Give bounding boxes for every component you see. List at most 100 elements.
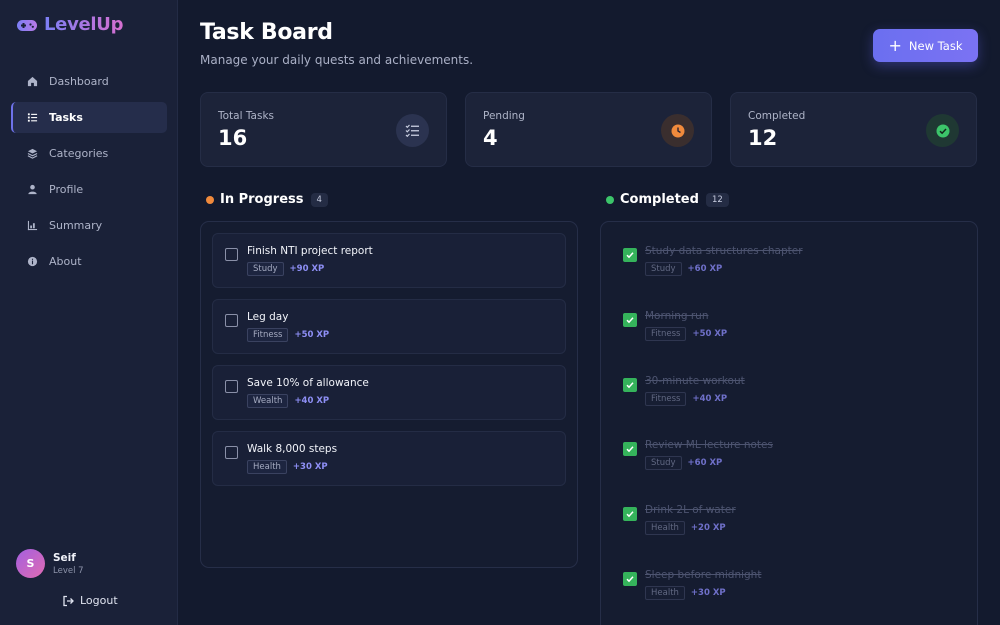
- user-name: Seif: [53, 551, 76, 564]
- gamepad-icon: [16, 17, 38, 33]
- count-badge: 4: [310, 192, 328, 207]
- xp-value: +50 XP: [692, 329, 728, 339]
- completed-header: Completed 12: [606, 192, 729, 207]
- chart-icon: [26, 220, 38, 232]
- page-subtitle: Manage your daily quests and achievement…: [200, 53, 474, 67]
- task-checkbox[interactable]: [225, 248, 238, 261]
- stat-card-completed: Completed 12: [730, 92, 977, 167]
- info-icon: [26, 256, 38, 268]
- sidebar-item-label: Profile: [49, 183, 84, 196]
- completed-panel: Study data structures chapter Study +60 …: [600, 221, 978, 625]
- sidebar-item-summary[interactable]: Summary: [11, 210, 167, 241]
- task-title: Leg day: [247, 311, 289, 323]
- sidebar-item-categories[interactable]: Categories: [11, 138, 167, 169]
- user-profile[interactable]: S Seif Level 7: [16, 549, 84, 578]
- xp-value: +40 XP: [294, 396, 330, 406]
- stat-value: 12: [748, 126, 778, 150]
- status-dot: [606, 195, 614, 204]
- category-tag: Health: [645, 586, 685, 600]
- in-progress-header: In Progress 4: [206, 192, 328, 207]
- completed-task[interactable]: Morning run Fitness +50 XP: [623, 309, 953, 349]
- logout-button[interactable]: Logout: [62, 594, 118, 607]
- logout-label: Logout: [80, 594, 118, 607]
- status-dot: [206, 195, 214, 204]
- xp-value: +30 XP: [292, 462, 328, 472]
- sidebar-nav: Dashboard Tasks Categories Profile Summa…: [11, 66, 167, 282]
- user-icon: [26, 184, 38, 196]
- checked-checkbox[interactable]: [623, 313, 637, 327]
- task-title: Morning run: [645, 310, 709, 322]
- checked-checkbox[interactable]: [623, 378, 637, 392]
- sidebar: LevelUp Dashboard Tasks Categories Profi…: [0, 0, 178, 625]
- sidebar-item-label: Dashboard: [49, 75, 109, 88]
- plus-icon: +: [888, 35, 902, 55]
- count-badge: 12: [705, 192, 729, 207]
- checked-checkbox[interactable]: [623, 442, 637, 456]
- checked-checkbox[interactable]: [623, 572, 637, 586]
- section-title: In Progress: [220, 192, 304, 207]
- xp-value: +90 XP: [289, 264, 325, 274]
- task-title: 30-minute workout: [645, 375, 745, 387]
- task-checkbox[interactable]: [225, 380, 238, 393]
- completed-task[interactable]: Sleep before midnight Health +30 XP: [623, 568, 953, 608]
- completed-task[interactable]: Review ML lecture notes Study +60 XP: [623, 438, 953, 478]
- xp-value: +50 XP: [294, 330, 330, 340]
- task-card[interactable]: Leg day Fitness +50 XP: [212, 299, 566, 354]
- task-title: Finish NTI project report: [247, 245, 373, 257]
- task-title: Walk 8,000 steps: [247, 443, 338, 455]
- completed-task[interactable]: 30-minute workout Fitness +40 XP: [623, 374, 953, 414]
- sidebar-item-dashboard[interactable]: Dashboard: [11, 66, 167, 97]
- task-card[interactable]: Save 10% of allowance Wealth +40 XP: [212, 365, 566, 420]
- stat-label: Pending: [483, 110, 525, 122]
- xp-value: +60 XP: [687, 458, 723, 468]
- sidebar-item-about[interactable]: About: [11, 246, 167, 277]
- completed-task[interactable]: Drink 2L of water Health +20 XP: [623, 503, 953, 543]
- task-title: Review ML lecture notes: [645, 439, 773, 451]
- task-title: Study data structures chapter: [645, 245, 803, 257]
- sidebar-item-label: Summary: [49, 219, 103, 232]
- check-circle-icon: [926, 114, 959, 147]
- sidebar-item-label: About: [49, 255, 82, 268]
- xp-value: +30 XP: [690, 588, 726, 598]
- clock-icon: [661, 114, 694, 147]
- task-title: Save 10% of allowance: [247, 377, 369, 389]
- category-tag: Health: [247, 460, 287, 474]
- task-card[interactable]: Walk 8,000 steps Health +30 XP: [212, 431, 566, 486]
- completed-task[interactable]: Study data structures chapter Study +60 …: [623, 244, 953, 284]
- avatar: S: [16, 549, 45, 578]
- task-checkbox[interactable]: [225, 314, 238, 327]
- sidebar-item-tasks[interactable]: Tasks: [11, 102, 167, 133]
- brand[interactable]: LevelUp: [16, 14, 124, 35]
- sidebar-item-profile[interactable]: Profile: [11, 174, 167, 205]
- xp-value: +40 XP: [692, 394, 728, 404]
- category-tag: Health: [645, 521, 685, 535]
- sidebar-item-label: Tasks: [49, 111, 83, 124]
- stat-label: Completed: [748, 110, 806, 122]
- tasks-icon: [26, 112, 38, 124]
- checked-checkbox[interactable]: [623, 507, 637, 521]
- category-tag: Fitness: [645, 392, 687, 406]
- task-title: Sleep before midnight: [645, 569, 762, 581]
- task-title: Drink 2L of water: [645, 504, 736, 516]
- logout-icon: [62, 595, 74, 607]
- category-tag: Study: [645, 456, 682, 470]
- stat-label: Total Tasks: [218, 110, 274, 122]
- sidebar-item-label: Categories: [49, 147, 109, 160]
- task-checkbox[interactable]: [225, 446, 238, 459]
- user-level: Level 7: [53, 565, 84, 576]
- checklist-icon: [396, 114, 429, 147]
- xp-value: +60 XP: [687, 264, 723, 274]
- in-progress-panel: Finish NTI project report Study +90 XP L…: [200, 221, 578, 568]
- section-title: Completed: [620, 192, 699, 207]
- stat-value: 4: [483, 126, 498, 150]
- stat-value: 16: [218, 126, 248, 150]
- xp-value: +20 XP: [690, 523, 726, 533]
- checked-checkbox[interactable]: [623, 248, 637, 262]
- new-task-button[interactable]: + New Task: [873, 29, 978, 62]
- stat-card-pending: Pending 4: [465, 92, 712, 167]
- category-tag: Study: [247, 262, 284, 276]
- new-task-label: New Task: [908, 38, 963, 53]
- task-card[interactable]: Finish NTI project report Study +90 XP: [212, 233, 566, 288]
- brand-name: LevelUp: [44, 14, 124, 35]
- stat-card-total: Total Tasks 16: [200, 92, 447, 167]
